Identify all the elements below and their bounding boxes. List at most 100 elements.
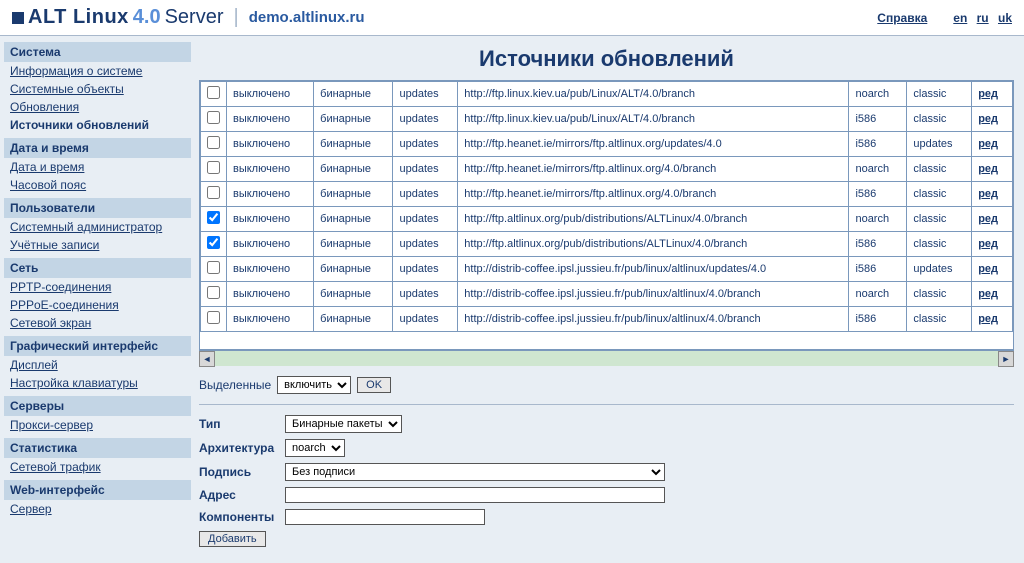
cell-cat: updates bbox=[393, 257, 458, 282]
sidebar-item[interactable]: Прокси-сервер bbox=[10, 418, 93, 432]
domain-text: demo.altlinux.ru bbox=[249, 9, 365, 26]
cell-url: http://distrib-coffee.ipsl.jussieu.fr/pu… bbox=[458, 257, 849, 282]
sidebar-item[interactable]: Часовой пояс bbox=[10, 178, 86, 192]
cell-arch: noarch bbox=[849, 207, 907, 232]
sidebar-head: Пользователи bbox=[4, 198, 191, 218]
row-checkbox[interactable] bbox=[207, 311, 220, 324]
row-checkbox[interactable] bbox=[207, 136, 220, 149]
table-row: выключенобинарныеupdateshttp://ftp.altli… bbox=[201, 232, 1013, 257]
sidebar-item[interactable]: PPTP-соединения bbox=[10, 280, 111, 294]
cell-arch: noarch bbox=[849, 282, 907, 307]
row-checkbox[interactable] bbox=[207, 261, 220, 274]
table-row: выключенобинарныеupdateshttp://ftp.heane… bbox=[201, 157, 1013, 182]
cell-sig: classic bbox=[907, 207, 972, 232]
lang-ru[interactable]: ru bbox=[977, 11, 989, 25]
row-checkbox[interactable] bbox=[207, 236, 220, 249]
sig-select[interactable]: Без подписи bbox=[285, 463, 665, 481]
sidebar-item[interactable]: Сетевой экран bbox=[10, 316, 91, 330]
cell-url: http://ftp.heanet.ie/mirrors/ftp.altlinu… bbox=[458, 157, 849, 182]
edit-link[interactable]: ред bbox=[978, 188, 998, 200]
edit-link[interactable]: ред bbox=[978, 313, 998, 325]
sidebar-item[interactable]: Источники обновлений bbox=[10, 118, 149, 132]
addr-label: Адрес bbox=[199, 488, 279, 502]
sidebar-head: Дата и время bbox=[4, 138, 191, 158]
scroll-track[interactable] bbox=[215, 351, 998, 366]
cell-url: http://ftp.altlinux.org/pub/distribution… bbox=[458, 232, 849, 257]
cell-url: http://ftp.heanet.ie/mirrors/ftp.altlinu… bbox=[458, 182, 849, 207]
sources-table-wrap: выключенобинарныеupdateshttp://ftp.linux… bbox=[199, 80, 1014, 350]
sidebar-item[interactable]: Сервер bbox=[10, 502, 52, 516]
cell-arch: noarch bbox=[849, 157, 907, 182]
logo-version: 4.0 bbox=[133, 6, 161, 29]
sidebar-item[interactable]: Настройка клавиатуры bbox=[10, 376, 138, 390]
divider bbox=[199, 404, 1014, 405]
cell-arch: i586 bbox=[849, 107, 907, 132]
sidebar-item[interactable]: Системный администратор bbox=[10, 220, 162, 234]
type-select[interactable]: Бинарные пакеты bbox=[285, 415, 402, 433]
cell-cat: updates bbox=[393, 207, 458, 232]
help-link[interactable]: Справка bbox=[877, 11, 927, 25]
scroll-left-icon[interactable]: ◄ bbox=[199, 351, 215, 367]
cell-url: http://ftp.linux.kiev.ua/pub/Linux/ALT/4… bbox=[458, 107, 849, 132]
row-checkbox[interactable] bbox=[207, 211, 220, 224]
logo-square-icon bbox=[12, 12, 24, 24]
cell-sig: classic bbox=[907, 82, 972, 107]
cell-state: выключено bbox=[227, 207, 314, 232]
cell-sig: classic bbox=[907, 232, 972, 257]
cell-sig: classic bbox=[907, 282, 972, 307]
comp-input[interactable] bbox=[285, 509, 485, 525]
arch-select[interactable]: noarch bbox=[285, 439, 345, 457]
horizontal-scrollbar[interactable]: ◄ ► bbox=[199, 350, 1014, 366]
cell-url: http://ftp.linux.kiev.ua/pub/Linux/ALT/4… bbox=[458, 82, 849, 107]
add-button[interactable]: Добавить bbox=[199, 531, 266, 547]
header: ALT Linux 4.0 Server | demo.altlinux.ru … bbox=[0, 0, 1024, 36]
bulk-ok-button[interactable]: OK bbox=[357, 377, 391, 393]
sidebar-item[interactable]: Дисплей bbox=[10, 358, 58, 372]
sidebar-item[interactable]: Системные объекты bbox=[10, 82, 124, 96]
logo-alt: ALT Linux bbox=[28, 6, 129, 29]
sidebar-item[interactable]: Информация о системе bbox=[10, 64, 142, 78]
cell-kind: бинарные bbox=[314, 182, 393, 207]
edit-link[interactable]: ред bbox=[978, 213, 998, 225]
table-row: выключенобинарныеupdateshttp://ftp.linux… bbox=[201, 82, 1013, 107]
cell-cat: updates bbox=[393, 107, 458, 132]
row-checkbox[interactable] bbox=[207, 86, 220, 99]
edit-link[interactable]: ред bbox=[978, 263, 998, 275]
sidebar-head: Статистика bbox=[4, 438, 191, 458]
scroll-right-icon[interactable]: ► bbox=[998, 351, 1014, 367]
cell-state: выключено bbox=[227, 132, 314, 157]
row-checkbox[interactable] bbox=[207, 286, 220, 299]
lang-en[interactable]: en bbox=[953, 11, 967, 25]
cell-cat: updates bbox=[393, 232, 458, 257]
cell-kind: бинарные bbox=[314, 157, 393, 182]
edit-link[interactable]: ред bbox=[978, 138, 998, 150]
sidebar: Система Информация о системе Системные объ… bbox=[0, 36, 195, 563]
edit-link[interactable]: ред bbox=[978, 238, 998, 250]
row-checkbox[interactable] bbox=[207, 111, 220, 124]
sidebar-item[interactable]: Дата и время bbox=[10, 160, 84, 174]
cell-state: выключено bbox=[227, 82, 314, 107]
edit-link[interactable]: ред bbox=[978, 113, 998, 125]
page-title: Источники обновлений bbox=[199, 46, 1014, 72]
table-row: выключенобинарныеupdateshttp://distrib-c… bbox=[201, 282, 1013, 307]
sidebar-head: Система bbox=[4, 42, 191, 62]
sidebar-item[interactable]: PPPoE-соединения bbox=[10, 298, 119, 312]
sidebar-item[interactable]: Учётные записи bbox=[10, 238, 99, 252]
edit-link[interactable]: ред bbox=[978, 288, 998, 300]
row-checkbox[interactable] bbox=[207, 186, 220, 199]
table-row: выключенобинарныеupdateshttp://ftp.heane… bbox=[201, 182, 1013, 207]
edit-link[interactable]: ред bbox=[978, 88, 998, 100]
bulk-action-select[interactable]: включить bbox=[277, 376, 351, 394]
lang-uk[interactable]: uk bbox=[998, 11, 1012, 25]
row-checkbox[interactable] bbox=[207, 161, 220, 174]
cell-url: http://distrib-coffee.ipsl.jussieu.fr/pu… bbox=[458, 282, 849, 307]
edit-link[interactable]: ред bbox=[978, 163, 998, 175]
logo: ALT Linux 4.0 Server bbox=[12, 6, 224, 29]
cell-sig: classic bbox=[907, 182, 972, 207]
cell-url: http://ftp.altlinux.org/pub/distribution… bbox=[458, 207, 849, 232]
cell-url: http://distrib-coffee.ipsl.jussieu.fr/pu… bbox=[458, 307, 849, 332]
sidebar-item[interactable]: Сетевой трафик bbox=[10, 460, 101, 474]
sidebar-item[interactable]: Обновления bbox=[10, 100, 79, 114]
type-label: Тип bbox=[199, 417, 279, 431]
addr-input[interactable] bbox=[285, 487, 665, 503]
